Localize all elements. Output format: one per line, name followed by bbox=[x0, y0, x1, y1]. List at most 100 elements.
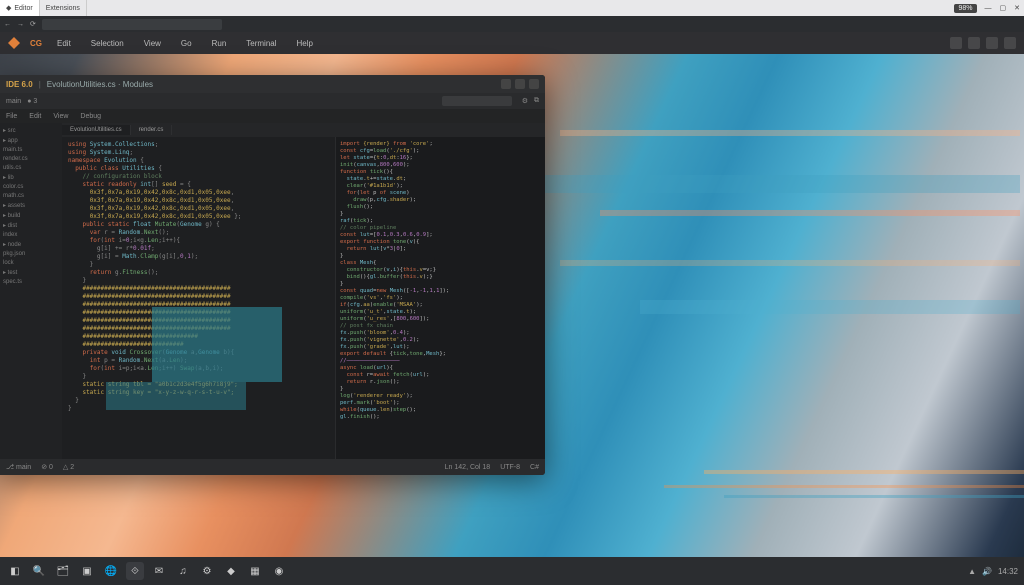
tree-item[interactable]: ▸ node bbox=[3, 241, 59, 248]
mail-icon[interactable]: ✉ bbox=[150, 562, 168, 580]
tab-favicon: ◆ bbox=[6, 4, 11, 12]
bg-streak bbox=[640, 300, 1020, 314]
tree-item[interactable]: ▸ dist bbox=[3, 222, 59, 229]
browser-tab[interactable]: Extensions bbox=[40, 0, 87, 16]
status-encoding[interactable]: UTF-8 bbox=[500, 464, 520, 471]
back-icon[interactable]: ← bbox=[4, 21, 11, 28]
tree-item[interactable]: ▸ test bbox=[3, 269, 59, 276]
toolbar-button[interactable] bbox=[986, 37, 998, 49]
start-icon[interactable]: ◧ bbox=[6, 562, 24, 580]
bg-streak bbox=[724, 495, 1024, 498]
bg-streak bbox=[560, 260, 1020, 266]
gear-icon[interactable]: ⚙ bbox=[522, 97, 528, 105]
branch-indicator[interactable]: main bbox=[6, 98, 21, 105]
ide-titlebar[interactable]: IDE 6.0 | EvolutionUtilities.cs · Module… bbox=[0, 75, 545, 93]
browser-tab[interactable]: ◆ Editor bbox=[0, 0, 40, 16]
menu-run[interactable]: Run bbox=[207, 37, 232, 50]
tray-clock[interactable]: 14:32 bbox=[998, 567, 1018, 576]
tab-label: Editor bbox=[14, 5, 32, 12]
code-editor-left[interactable]: using System.Collections; using System.L… bbox=[62, 137, 335, 459]
reload-icon[interactable]: ⟳ bbox=[30, 20, 36, 28]
window-close-icon[interactable] bbox=[529, 79, 539, 89]
ide-statusbar: ⎇ main ⊘ 0 △ 2 Ln 142, Col 18 UTF-8 C# bbox=[0, 459, 545, 475]
tree-item[interactable]: ▸ src bbox=[3, 127, 59, 134]
menu-view[interactable]: View bbox=[53, 113, 68, 120]
app-icon[interactable]: ◆ bbox=[222, 562, 240, 580]
ide-window: IDE 6.0 | EvolutionUtilities.cs · Module… bbox=[0, 75, 545, 475]
settings-icon[interactable]: ⚙ bbox=[198, 562, 216, 580]
split-icon[interactable]: ⧉ bbox=[534, 97, 539, 105]
ide-secondary-menu: File Edit View Debug bbox=[0, 109, 545, 123]
status-warnings[interactable]: △ 2 bbox=[63, 463, 74, 471]
settings-icon[interactable] bbox=[1004, 37, 1016, 49]
tree-item[interactable]: index bbox=[3, 232, 59, 238]
tree-item[interactable]: spec.ts bbox=[3, 279, 59, 285]
tab-label: Extensions bbox=[46, 5, 80, 12]
menu-debug[interactable]: Debug bbox=[80, 113, 101, 120]
tray-volume-icon[interactable]: 🔊 bbox=[982, 567, 992, 576]
search-input[interactable] bbox=[442, 96, 512, 106]
tree-item[interactable]: ▸ lib bbox=[3, 174, 59, 181]
app-brand: CG bbox=[30, 39, 42, 48]
menu-view[interactable]: View bbox=[139, 37, 166, 50]
app-logo-icon bbox=[8, 37, 20, 49]
browser-icon[interactable]: 🌐 bbox=[102, 562, 120, 580]
menu-terminal[interactable]: Terminal bbox=[241, 37, 281, 50]
tree-item[interactable]: ▸ app bbox=[3, 137, 59, 144]
status-branch[interactable]: ⎇ main bbox=[6, 463, 31, 471]
system-tray: ▲ 🔊 14:32 bbox=[968, 567, 1018, 576]
tree-item[interactable]: render.cs bbox=[3, 156, 59, 162]
forward-icon[interactable]: → bbox=[17, 21, 24, 28]
editor-tab[interactable]: EvolutionUtilities.cs bbox=[62, 125, 131, 135]
window-min-icon[interactable]: — bbox=[981, 5, 996, 12]
tree-item[interactable]: lock bbox=[3, 260, 59, 266]
tree-item[interactable]: utils.cs bbox=[3, 165, 59, 171]
status-errors[interactable]: ⊘ 0 bbox=[41, 463, 53, 471]
menu-help[interactable]: Help bbox=[292, 37, 318, 50]
window-close-icon[interactable]: ✕ bbox=[1010, 4, 1024, 12]
window-max-icon[interactable] bbox=[515, 79, 525, 89]
files-icon[interactable]: 🗂 bbox=[54, 562, 72, 580]
status-cursor-pos[interactable]: Ln 142, Col 18 bbox=[445, 464, 491, 471]
app-icon[interactable]: ◉ bbox=[270, 562, 288, 580]
text-selection bbox=[152, 307, 282, 382]
window-max-icon[interactable]: ▢ bbox=[996, 4, 1011, 12]
tray-network-icon[interactable]: ▲ bbox=[968, 567, 976, 576]
file-tree[interactable]: ▸ src ▸ app main.ts render.cs utils.cs ▸… bbox=[0, 123, 62, 459]
battery-badge: 98% bbox=[954, 4, 976, 13]
ide-title-path: EvolutionUtilities.cs · Modules bbox=[47, 80, 153, 89]
window-min-icon[interactable] bbox=[501, 79, 511, 89]
tree-item[interactable]: pkg.json bbox=[3, 251, 59, 257]
toolbar-button[interactable] bbox=[968, 37, 980, 49]
bg-streak bbox=[704, 470, 1024, 474]
browser-toolbar: ← → ⟳ bbox=[0, 16, 1024, 32]
menu-go[interactable]: Go bbox=[176, 37, 197, 50]
text-selection bbox=[106, 382, 246, 410]
ide-subbar: main ● 3 ⚙ ⧉ bbox=[0, 93, 545, 109]
app-menubar: CG Edit Selection View Go Run Terminal H… bbox=[0, 32, 1024, 54]
tree-item[interactable]: color.cs bbox=[3, 184, 59, 190]
code-editor-right[interactable]: import {render} from 'core'; const cfg=l… bbox=[335, 137, 545, 459]
bg-streak bbox=[540, 175, 1020, 193]
music-icon[interactable]: ♫ bbox=[174, 562, 192, 580]
tree-item[interactable]: math.cs bbox=[3, 193, 59, 199]
changes-indicator[interactable]: ● 3 bbox=[27, 98, 37, 105]
menu-edit[interactable]: Edit bbox=[52, 37, 76, 50]
address-bar[interactable] bbox=[42, 19, 222, 30]
tree-item[interactable]: ▸ build bbox=[3, 212, 59, 219]
bg-streak bbox=[600, 210, 1020, 216]
app-icon[interactable]: ▦ bbox=[246, 562, 264, 580]
tree-item[interactable]: ▸ assets bbox=[3, 202, 59, 209]
menu-edit[interactable]: Edit bbox=[29, 113, 41, 120]
toolbar-button[interactable] bbox=[950, 37, 962, 49]
tree-item[interactable]: main.ts bbox=[3, 147, 59, 153]
editor-icon[interactable]: ⟐ bbox=[126, 562, 144, 580]
bg-streak bbox=[664, 485, 1024, 488]
ide-brand: IDE 6.0 bbox=[6, 80, 33, 89]
status-language[interactable]: C# bbox=[530, 464, 539, 471]
search-icon[interactable]: 🔍 bbox=[30, 562, 48, 580]
menu-selection[interactable]: Selection bbox=[86, 37, 129, 50]
editor-tab[interactable]: render.cs bbox=[131, 125, 173, 135]
menu-file[interactable]: File bbox=[6, 113, 17, 120]
terminal-icon[interactable]: ▣ bbox=[78, 562, 96, 580]
